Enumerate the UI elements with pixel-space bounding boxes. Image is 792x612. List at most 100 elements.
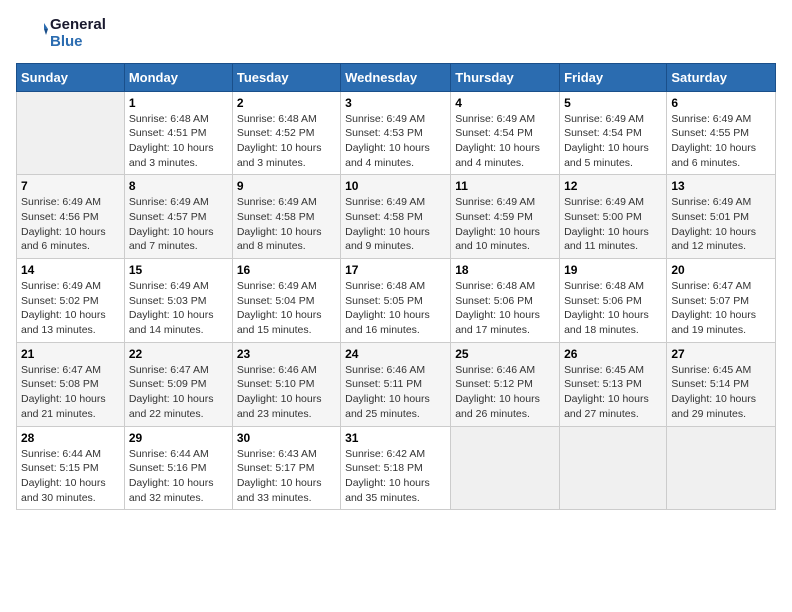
day-number: 5 xyxy=(564,96,662,110)
day-number: 15 xyxy=(129,263,228,277)
calendar-cell: 29 Sunrise: 6:44 AM Sunset: 5:16 PM Dayli… xyxy=(124,426,232,510)
day-info: Sunrise: 6:48 AM Sunset: 5:06 PM Dayligh… xyxy=(455,279,555,338)
calendar-week-1: 1 Sunrise: 6:48 AM Sunset: 4:51 PM Daylig… xyxy=(17,91,776,175)
day-info: Sunrise: 6:43 AM Sunset: 5:17 PM Dayligh… xyxy=(237,447,336,506)
calendar-cell: 12 Sunrise: 6:49 AM Sunset: 5:00 PM Dayli… xyxy=(560,175,667,259)
day-number: 9 xyxy=(237,179,336,193)
logo-blue: Blue xyxy=(50,33,106,50)
day-info: Sunrise: 6:47 AM Sunset: 5:09 PM Dayligh… xyxy=(129,363,228,422)
day-number: 14 xyxy=(21,263,120,277)
day-info: Sunrise: 6:46 AM Sunset: 5:12 PM Dayligh… xyxy=(455,363,555,422)
day-number: 19 xyxy=(564,263,662,277)
calendar-cell: 4 Sunrise: 6:49 AM Sunset: 4:54 PM Daylig… xyxy=(451,91,560,175)
calendar-cell: 22 Sunrise: 6:47 AM Sunset: 5:09 PM Dayli… xyxy=(124,342,232,426)
day-info: Sunrise: 6:45 AM Sunset: 5:14 PM Dayligh… xyxy=(671,363,771,422)
calendar-cell: 16Sunrise: 6:49 AM Sunset: 5:04 PM Dayli… xyxy=(232,259,340,343)
logo-general: General xyxy=(50,16,106,33)
day-number: 4 xyxy=(455,96,555,110)
day-info: Sunrise: 6:46 AM Sunset: 5:11 PM Dayligh… xyxy=(345,363,446,422)
day-info: Sunrise: 6:49 AM Sunset: 5:00 PM Dayligh… xyxy=(564,195,662,254)
day-info: Sunrise: 6:49 AM Sunset: 4:53 PM Dayligh… xyxy=(345,112,446,171)
day-header-sunday: Sunday xyxy=(17,63,125,91)
day-number: 11 xyxy=(455,179,555,193)
day-number: 12 xyxy=(564,179,662,193)
calendar-cell: 10Sunrise: 6:49 AM Sunset: 4:58 PM Dayli… xyxy=(341,175,451,259)
day-info: Sunrise: 6:48 AM Sunset: 4:51 PM Dayligh… xyxy=(129,112,228,171)
calendar-week-5: 28 Sunrise: 6:44 AM Sunset: 5:15 PM Dayli… xyxy=(17,426,776,510)
day-number: 28 xyxy=(21,431,120,445)
calendar-cell: 25 Sunrise: 6:46 AM Sunset: 5:12 PM Dayli… xyxy=(451,342,560,426)
day-info: Sunrise: 6:46 AM Sunset: 5:10 PM Dayligh… xyxy=(237,363,336,422)
logo: General Blue xyxy=(16,16,106,51)
calendar-cell: 31 Sunrise: 6:42 AM Sunset: 5:18 PM Dayli… xyxy=(341,426,451,510)
day-number: 20 xyxy=(671,263,771,277)
day-info: Sunrise: 6:47 AM Sunset: 5:08 PM Dayligh… xyxy=(21,363,120,422)
calendar-cell: 9 Sunrise: 6:49 AM Sunset: 4:58 PM Daylig… xyxy=(232,175,340,259)
calendar-cell: 19 Sunrise: 6:48 AM Sunset: 5:06 PM Dayli… xyxy=(560,259,667,343)
day-info: Sunrise: 6:49 AM Sunset: 4:57 PM Dayligh… xyxy=(129,195,228,254)
day-number: 23 xyxy=(237,347,336,361)
day-number: 1 xyxy=(129,96,228,110)
calendar-cell: 27 Sunrise: 6:45 AM Sunset: 5:14 PM Dayli… xyxy=(667,342,776,426)
calendar-cell: 14Sunrise: 6:49 AM Sunset: 5:02 PM Dayli… xyxy=(17,259,125,343)
day-number: 16 xyxy=(237,263,336,277)
day-number: 26 xyxy=(564,347,662,361)
day-number: 22 xyxy=(129,347,228,361)
day-number: 7 xyxy=(21,179,120,193)
day-number: 31 xyxy=(345,431,446,445)
day-info: Sunrise: 6:48 AM Sunset: 5:05 PM Dayligh… xyxy=(345,279,446,338)
calendar-cell xyxy=(17,91,125,175)
day-number: 13 xyxy=(671,179,771,193)
day-number: 24 xyxy=(345,347,446,361)
day-number: 27 xyxy=(671,347,771,361)
logo-container: General Blue xyxy=(16,16,106,51)
day-number: 17 xyxy=(345,263,446,277)
day-info: Sunrise: 6:42 AM Sunset: 5:18 PM Dayligh… xyxy=(345,447,446,506)
calendar-week-2: 7 Sunrise: 6:49 AM Sunset: 4:56 PM Daylig… xyxy=(17,175,776,259)
day-info: Sunrise: 6:44 AM Sunset: 5:15 PM Dayligh… xyxy=(21,447,120,506)
day-number: 30 xyxy=(237,431,336,445)
calendar-cell: 2 Sunrise: 6:48 AM Sunset: 4:52 PM Daylig… xyxy=(232,91,340,175)
day-info: Sunrise: 6:49 AM Sunset: 5:03 PM Dayligh… xyxy=(129,279,228,338)
day-info: Sunrise: 6:49 AM Sunset: 4:56 PM Dayligh… xyxy=(21,195,120,254)
calendar-cell: 5 Sunrise: 6:49 AM Sunset: 4:54 PM Daylig… xyxy=(560,91,667,175)
day-info: Sunrise: 6:47 AM Sunset: 5:07 PM Dayligh… xyxy=(671,279,771,338)
day-number: 2 xyxy=(237,96,336,110)
page-header: General Blue xyxy=(16,16,776,51)
day-info: Sunrise: 6:49 AM Sunset: 5:01 PM Dayligh… xyxy=(671,195,771,254)
calendar-week-4: 21 Sunrise: 6:47 AM Sunset: 5:08 PM Dayli… xyxy=(17,342,776,426)
day-number: 6 xyxy=(671,96,771,110)
logo-text: General Blue xyxy=(50,16,106,51)
day-number: 10 xyxy=(345,179,446,193)
calendar-cell: 30 Sunrise: 6:43 AM Sunset: 5:17 PM Dayli… xyxy=(232,426,340,510)
calendar-cell xyxy=(560,426,667,510)
day-info: Sunrise: 6:49 AM Sunset: 4:55 PM Dayligh… xyxy=(671,112,771,171)
day-info: Sunrise: 6:48 AM Sunset: 5:06 PM Dayligh… xyxy=(564,279,662,338)
day-info: Sunrise: 6:49 AM Sunset: 4:58 PM Dayligh… xyxy=(237,195,336,254)
calendar-cell: 8Sunrise: 6:49 AM Sunset: 4:57 PM Daylig… xyxy=(124,175,232,259)
day-info: Sunrise: 6:48 AM Sunset: 4:52 PM Dayligh… xyxy=(237,112,336,171)
calendar-cell: 21 Sunrise: 6:47 AM Sunset: 5:08 PM Dayli… xyxy=(17,342,125,426)
calendar-cell: 1 Sunrise: 6:48 AM Sunset: 4:51 PM Daylig… xyxy=(124,91,232,175)
calendar-cell: 18 Sunrise: 6:48 AM Sunset: 5:06 PM Dayli… xyxy=(451,259,560,343)
day-number: 21 xyxy=(21,347,120,361)
day-header-thursday: Thursday xyxy=(451,63,560,91)
day-info: Sunrise: 6:49 AM Sunset: 4:54 PM Dayligh… xyxy=(455,112,555,171)
day-number: 29 xyxy=(129,431,228,445)
day-number: 25 xyxy=(455,347,555,361)
calendar-cell xyxy=(667,426,776,510)
calendar-cell xyxy=(451,426,560,510)
day-info: Sunrise: 6:44 AM Sunset: 5:16 PM Dayligh… xyxy=(129,447,228,506)
calendar-cell: 7 Sunrise: 6:49 AM Sunset: 4:56 PM Daylig… xyxy=(17,175,125,259)
day-info: Sunrise: 6:49 AM Sunset: 4:54 PM Dayligh… xyxy=(564,112,662,171)
calendar-cell: 15 Sunrise: 6:49 AM Sunset: 5:03 PM Dayli… xyxy=(124,259,232,343)
calendar-table: SundayMondayTuesdayWednesdayThursdayFrid… xyxy=(16,63,776,511)
calendar-cell: 20 Sunrise: 6:47 AM Sunset: 5:07 PM Dayli… xyxy=(667,259,776,343)
calendar-cell: 26Sunrise: 6:45 AM Sunset: 5:13 PM Dayli… xyxy=(560,342,667,426)
day-header-friday: Friday xyxy=(560,63,667,91)
day-info: Sunrise: 6:49 AM Sunset: 4:59 PM Dayligh… xyxy=(455,195,555,254)
logo-flag-icon xyxy=(16,17,48,49)
calendar-cell: 28 Sunrise: 6:44 AM Sunset: 5:15 PM Dayli… xyxy=(17,426,125,510)
calendar-cell: 6 Sunrise: 6:49 AM Sunset: 4:55 PM Daylig… xyxy=(667,91,776,175)
day-number: 18 xyxy=(455,263,555,277)
